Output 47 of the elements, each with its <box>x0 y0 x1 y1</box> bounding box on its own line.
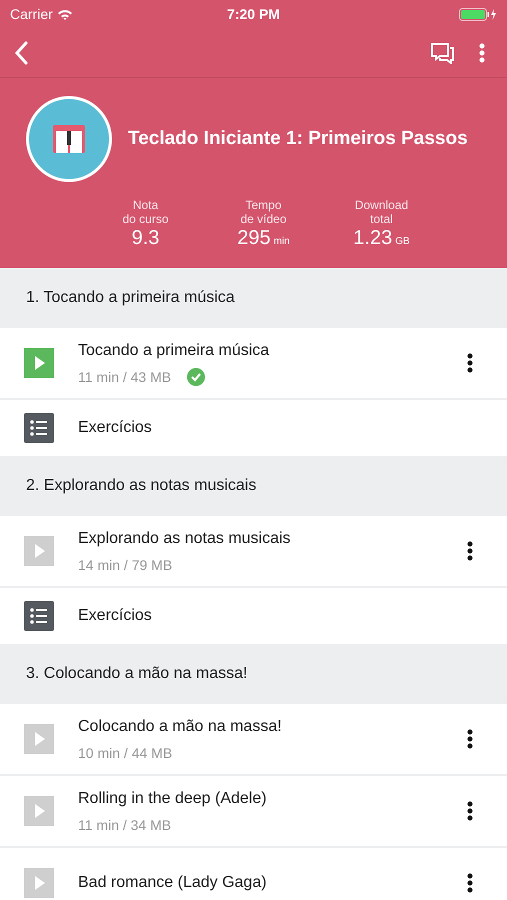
course-title: Teclado Iniciante 1: Primeiros Passos <box>128 126 468 151</box>
stat-unit: GB <box>395 236 410 247</box>
back-button[interactable] <box>14 40 30 64</box>
lesson-meta: 11 min / 34 MB <box>78 816 172 834</box>
wifi-icon <box>56 8 73 20</box>
more-icon <box>467 353 473 373</box>
stat-value: 1.23 <box>353 227 392 249</box>
list-icon <box>24 413 54 443</box>
lesson-title: Rolling in the deep (Adele) <box>78 788 268 808</box>
lesson-title: Tocando a primeira música <box>78 340 270 360</box>
more-icon <box>467 541 473 561</box>
battery-icon <box>459 8 497 20</box>
lesson-title: Explorando as notas musicais <box>78 528 292 548</box>
stat-label: Download total <box>354 198 410 226</box>
lesson-row[interactable]: Explorando as notas musicais 14 min / 79 MB <box>0 516 507 588</box>
exercise-row[interactable]: Exercícios <box>0 588 507 644</box>
more-icon <box>467 873 473 893</box>
lesson-title: Colocando a mão na massa! <box>78 716 283 736</box>
section-header[interactable]: 3. Colocando a mão na massa! <box>0 644 507 704</box>
lesson-row[interactable]: Rolling in the deep (Adele) 11 min / 34 MB <box>0 776 507 848</box>
stat-unit: min <box>274 236 290 247</box>
carrier-label: Carrier <box>10 4 53 24</box>
more-icon <box>467 729 473 749</box>
section-header[interactable]: 1. Tocando a primeira música <box>0 268 507 328</box>
stat-value: 295 <box>237 227 271 249</box>
more-icon <box>479 42 485 62</box>
list-icon <box>24 601 54 631</box>
piano-icon <box>53 125 85 153</box>
lesson-title: Bad romance (Lady Gaga) <box>78 873 268 893</box>
back-icon <box>14 40 30 64</box>
exercise-row[interactable]: Exercícios <box>0 400 507 456</box>
lesson-meta: 10 min / 44 MB <box>78 744 172 762</box>
lesson-meta: 11 min / 43 MB <box>78 368 172 386</box>
stat-value: 9.3 <box>130 226 160 250</box>
lesson-row[interactable]: Tocando a primeira música 11 min / 43 MB <box>0 328 507 400</box>
lesson-row[interactable]: Colocando a mão na massa! 10 min / 44 MB <box>0 704 507 776</box>
chat-icon <box>430 42 455 64</box>
exercise-title: Exercícios <box>78 606 152 626</box>
lesson-meta: 14 min / 79 MB <box>78 556 172 574</box>
stat-label: Nota do curso <box>121 198 170 226</box>
status-time: 7:20 PM <box>226 4 281 24</box>
more-icon <box>467 801 473 821</box>
stat-label: Tempo de vídeo <box>239 198 288 226</box>
comments-button[interactable] <box>430 42 455 64</box>
section-header[interactable]: 2. Explorando as notas musicais <box>0 456 507 516</box>
exercise-title: Exercícios <box>78 418 152 438</box>
lesson-row[interactable]: Bad romance (Lady Gaga) <box>0 848 507 900</box>
